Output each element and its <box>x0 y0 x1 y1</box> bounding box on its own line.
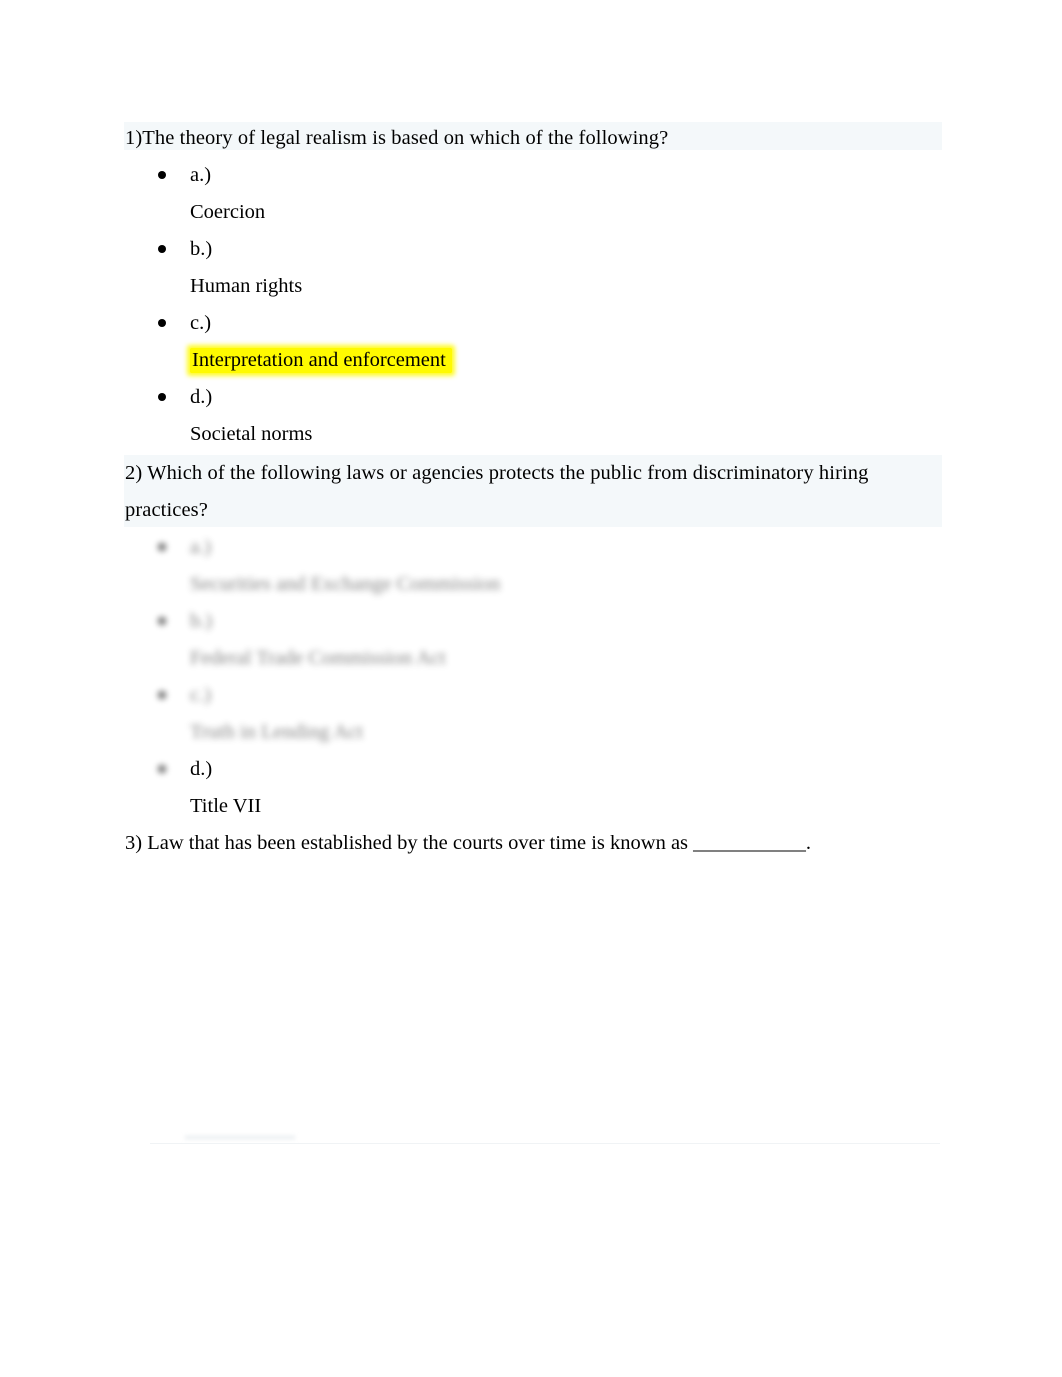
question-1-prompt: 1)The theory of legal realism is based o… <box>125 127 669 149</box>
option-value: Human rights <box>190 275 303 297</box>
question-2-options: a.) Securities and Exchange Commission b… <box>125 529 940 825</box>
bullet-icon <box>158 393 166 401</box>
list-item[interactable]: c.) Interpretation and enforcement <box>125 305 940 379</box>
option-letter: d.) <box>190 386 213 408</box>
bullet-icon <box>158 245 166 253</box>
question-1-options: a.) Coercion b.) Human rights c.) Interp… <box>125 157 940 453</box>
option-letter: b.) <box>190 610 213 632</box>
list-item[interactable]: a.) Coercion <box>125 157 940 231</box>
footer-artifact <box>185 1136 295 1139</box>
option-letter: a.) <box>190 536 212 558</box>
option-letter: d.) <box>190 758 213 780</box>
list-item[interactable]: d.) Societal norms <box>125 379 940 453</box>
option-value: Interpretation and enforcement <box>190 342 940 379</box>
list-item[interactable]: b.) Human rights <box>125 231 940 305</box>
bullet-icon <box>158 543 166 551</box>
list-item[interactable]: c.) Truth in Lending Act <box>125 677 940 751</box>
option-value: Securities and Exchange Commission <box>190 573 501 595</box>
list-item[interactable]: b.) Federal Trade Commission Act <box>125 603 940 677</box>
option-letter: b.) <box>190 238 213 260</box>
question-2-prompt: 2) Which of the following laws or agenci… <box>125 462 869 521</box>
bullet-icon <box>158 765 166 773</box>
question-3-block: 3) Law that has been established by the … <box>125 825 940 862</box>
list-item[interactable]: d.) Title VII <box>125 751 940 825</box>
highlighted-answer: Interpretation and enforcement <box>190 348 452 373</box>
bullet-icon <box>158 171 166 179</box>
list-item[interactable]: a.) Securities and Exchange Commission <box>125 529 940 603</box>
question-3-prompt: 3) Law that has been established by the … <box>125 832 812 854</box>
document-content: 1)The theory of legal realism is based o… <box>124 120 942 862</box>
option-value: Truth in Lending Act <box>190 721 363 743</box>
footer-rule <box>150 1143 940 1144</box>
bullet-icon <box>158 691 166 699</box>
document-page: 1)The theory of legal realism is based o… <box>0 0 1062 1377</box>
bullet-icon <box>158 319 166 327</box>
question-1-block: 1)The theory of legal realism is based o… <box>124 120 942 157</box>
option-letter: a.) <box>190 164 212 186</box>
option-letter: c.) <box>190 312 212 334</box>
question-2-block: 2) Which of the following laws or agenci… <box>124 455 942 529</box>
bullet-icon <box>158 617 166 625</box>
option-value: Societal norms <box>190 423 313 445</box>
option-value: Federal Trade Commission Act <box>190 647 446 669</box>
option-letter: c.) <box>190 684 212 706</box>
option-value: Title VII <box>190 795 262 817</box>
option-value: Coercion <box>190 201 266 223</box>
